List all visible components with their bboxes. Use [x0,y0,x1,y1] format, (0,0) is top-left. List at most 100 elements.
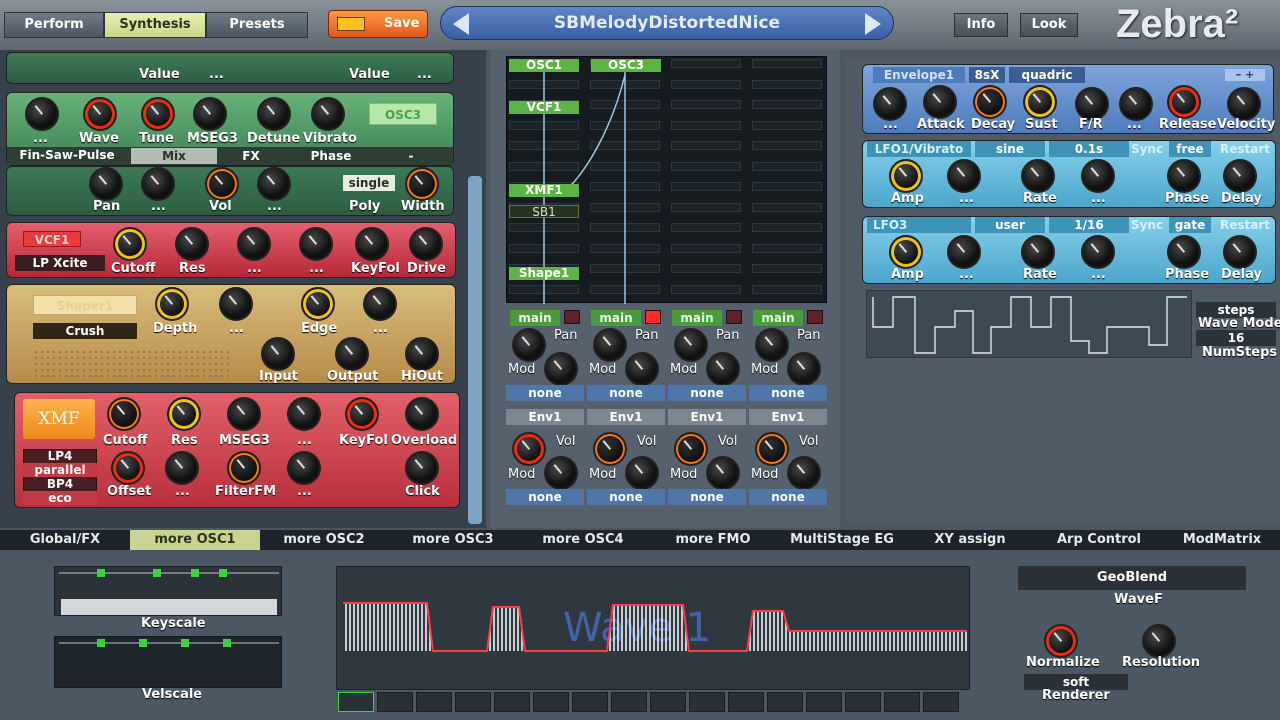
output-env[interactable]: Env1 [506,409,584,425]
output-mod-source[interactable]: none [587,385,665,401]
output-mod-source[interactable]: none [668,385,746,401]
output-bus[interactable]: main [510,310,560,326]
xmf-knob-9[interactable] [287,451,321,485]
lfo3-phase-knob[interactable] [1167,235,1201,269]
env-velocity-knob[interactable] [1227,87,1261,121]
output-mod-source[interactable]: none [749,385,827,401]
env-decay-knob[interactable] [973,85,1007,119]
lfo3-knob-2[interactable] [947,235,981,269]
vcf-res-knob[interactable] [175,227,209,261]
lfo3-amp-knob[interactable] [889,235,923,269]
lfo1-mode[interactable]: free [1169,141,1211,157]
output-mod-knob[interactable] [706,352,740,386]
keyscale-box[interactable] [54,566,282,616]
osc-width-knob[interactable] [405,167,439,201]
wave-thumbnail[interactable] [533,692,569,712]
osc-wave-knob[interactable] [83,97,117,131]
wave-thumbnail[interactable] [455,692,491,712]
wave-thumbnail[interactable] [884,692,920,712]
output-bus[interactable]: main [753,310,803,326]
env-attack-knob[interactable] [923,85,957,119]
prev-preset-arrow-icon[interactable] [453,13,469,35]
shaper-hiout-knob[interactable] [405,337,439,371]
lfo3-rate[interactable]: 1/16 [1049,217,1129,233]
info-button[interactable]: Info [954,13,1008,37]
wave-thumbnail[interactable] [416,692,452,712]
lfo1-knob-2[interactable] [947,159,981,193]
env-knob-6[interactable] [1119,87,1153,121]
lfo1-rate-knob[interactable] [1021,159,1055,193]
osc3-badge[interactable]: OSC3 [369,103,437,125]
shaper-depth-knob[interactable] [155,287,189,321]
bottom-tab[interactable]: XY assign [906,530,1034,550]
osc-pan-knob[interactable] [89,167,123,201]
matrix-slot-sb1[interactable]: SB1 [509,205,579,219]
tab-perform[interactable]: Perform [4,12,104,38]
wave-thumbnail[interactable] [923,692,959,712]
lfo3-sync[interactable]: Sync [1129,217,1165,233]
wave-thumbnail[interactable] [728,692,764,712]
matrix-slot-vcf1[interactable]: VCF1 [509,101,579,114]
velscale-box[interactable] [54,636,282,688]
xmf-knob-7[interactable] [165,451,199,485]
osc-vol-knob[interactable] [205,167,239,201]
wave-thumbnail[interactable] [494,692,530,712]
bottom-tab[interactable]: more FMO [648,530,778,550]
left-scrollbar[interactable] [468,176,482,524]
output-mod-knob[interactable] [544,352,578,386]
osc-mix-knob-4[interactable] [257,167,291,201]
output-env-mod-knob[interactable] [625,456,659,490]
output-vol-knob[interactable] [674,432,708,466]
shaper-type[interactable]: Crush [33,323,137,339]
output-vol-knob[interactable] [593,432,627,466]
output-mute-toggle[interactable] [645,310,661,324]
envelope-time-mode[interactable]: 8sX [969,67,1005,83]
bottom-tab[interactable]: more OSC2 [260,530,388,550]
wave-thumbnail[interactable] [611,692,647,712]
shaper-knob-4[interactable] [363,287,397,321]
output-pan-knob[interactable] [512,328,546,362]
env-fr-knob[interactable] [1075,87,1109,121]
lfo1-delay-knob[interactable] [1223,159,1257,193]
resolution-knob[interactable] [1142,624,1176,658]
look-button[interactable]: Look [1020,13,1078,37]
xmf-keyfol-knob[interactable] [345,397,379,431]
lfo1-restart[interactable]: Restart [1217,141,1273,157]
lfo1-name[interactable]: LFO1/Vibrato [867,141,971,157]
tab-presets[interactable]: Presets [206,12,308,38]
output-pan-knob[interactable] [755,328,789,362]
wave-thumbnail[interactable] [572,692,608,712]
xmf-mode-eco[interactable]: eco [23,491,97,505]
xmf-mode-bp4[interactable]: BP4 [23,477,97,491]
bottom-tab[interactable]: Arp Control [1034,530,1164,550]
envelope-curve[interactable]: quadric [1009,67,1085,83]
wave-thumbnail[interactable] [650,692,686,712]
bottom-tab[interactable]: more OSC4 [518,530,648,550]
output-env-source[interactable]: none [749,489,827,505]
shaper-output-knob[interactable] [335,337,369,371]
osc-wave-name[interactable]: Fin-Saw-Pulse [11,147,123,163]
vcf-drive-knob[interactable] [409,227,443,261]
env-release-knob[interactable] [1167,85,1201,119]
wave-thumbnail[interactable] [767,692,803,712]
envelope-add-remove-button[interactable]: – + [1225,69,1265,81]
lfo3-wave[interactable]: user [975,217,1045,233]
output-env-mod-knob[interactable] [544,456,578,490]
osc-subtab-phase[interactable]: Phase [297,148,365,164]
bottom-tab[interactable]: ModMatrix [1164,530,1280,550]
xmf-cutoff-knob[interactable] [107,397,141,431]
xmf-filterfm-knob[interactable] [227,451,261,485]
osc-tune-knob[interactable] [141,97,175,131]
bottom-tab[interactable]: more OSC3 [388,530,518,550]
osc-mseg3-knob[interactable] [193,97,227,131]
lfo-numsteps-value[interactable]: 16 [1196,330,1276,346]
output-env-mod-knob[interactable] [706,456,740,490]
output-mute-toggle[interactable] [726,310,742,324]
lfo1-wave[interactable]: sine [975,141,1045,157]
output-env-source[interactable]: none [506,489,584,505]
xmf-knob-4[interactable] [287,397,321,431]
matrix-slot-xmf1[interactable]: XMF1 [509,184,579,197]
envelope-name[interactable]: Envelope1 [873,67,965,83]
bottom-tab[interactable]: more OSC1 [130,530,260,550]
matrix-slot-osc1[interactable]: OSC1 [509,59,579,72]
